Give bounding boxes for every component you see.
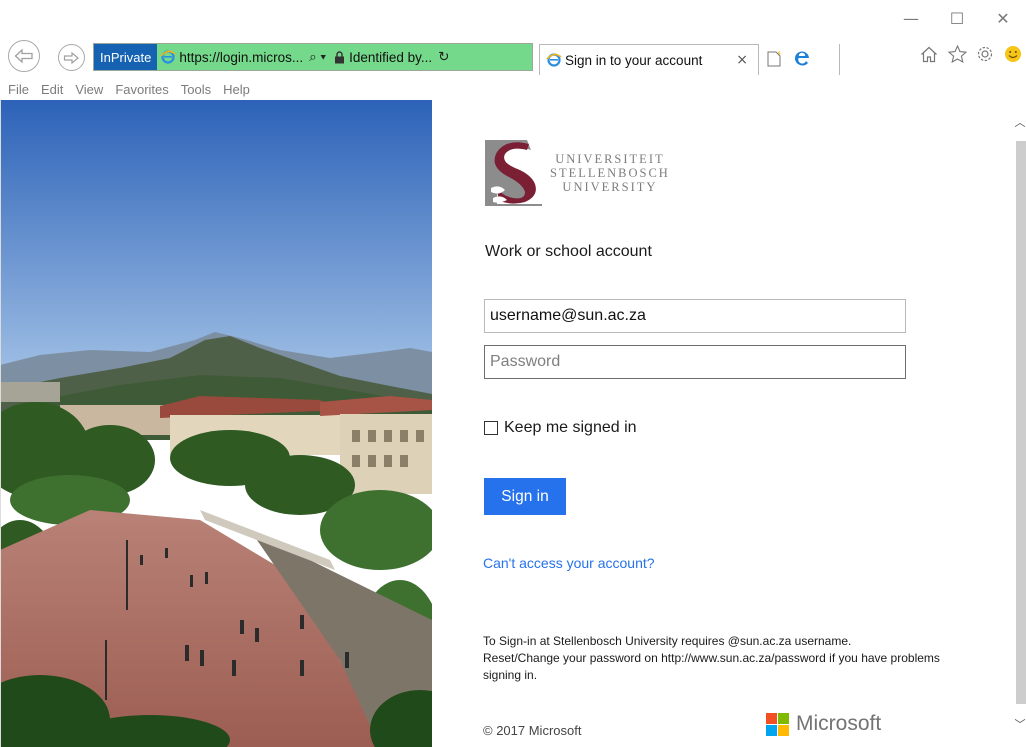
edge-icon bbox=[794, 51, 809, 66]
cant-access-link[interactable]: Can't access your account? bbox=[483, 555, 655, 571]
inprivate-badge: InPrivate bbox=[94, 44, 158, 70]
forward-button[interactable] bbox=[58, 44, 85, 71]
back-arrow-icon bbox=[14, 48, 33, 64]
logo-line-1: UNIVERSITEIT bbox=[555, 152, 665, 166]
page-content: UNIVERSITEIT STELLENBOSCH UNIVERSITY Wor… bbox=[0, 100, 1026, 747]
keep-signed-in-label: Keep me signed in bbox=[504, 419, 637, 436]
close-button[interactable]: ✕ bbox=[980, 0, 1026, 36]
address-field[interactable]: https://login.micros... ⌕ ▾ Identified b… bbox=[157, 44, 532, 70]
sign-in-panel: UNIVERSITEIT STELLENBOSCH UNIVERSITY Wor… bbox=[432, 100, 1014, 747]
sign-in-button[interactable]: Sign in bbox=[484, 478, 566, 515]
scroll-down-icon[interactable]: ﹀ bbox=[1014, 716, 1026, 731]
feedback-smiley-icon[interactable] bbox=[1002, 43, 1024, 65]
navigation-row: InPrivate https://login.micros... ⌕ ▾ Id… bbox=[6, 37, 1026, 77]
new-tab-button[interactable] bbox=[763, 46, 785, 70]
notice-line-2: Reset/Change your password on http://www… bbox=[483, 651, 940, 682]
menu-favorites[interactable]: Favorites bbox=[115, 82, 168, 97]
menu-help[interactable]: Help bbox=[223, 82, 250, 97]
microsoft-wordmark: Microsoft bbox=[796, 712, 882, 735]
home-icon[interactable] bbox=[918, 43, 940, 65]
keep-signed-in[interactable]: Keep me signed in bbox=[484, 419, 637, 437]
stellenbosch-logo-icon bbox=[485, 140, 542, 206]
address-bar[interactable]: InPrivate https://login.micros... ⌕ ▾ Id… bbox=[93, 43, 533, 71]
tab-ie-icon bbox=[546, 53, 562, 67]
notice-line-1: To Sign-in at Stellenbosch University re… bbox=[483, 634, 852, 648]
new-tab-icon bbox=[767, 49, 782, 67]
back-button[interactable] bbox=[8, 40, 40, 72]
keep-signed-in-checkbox[interactable] bbox=[484, 421, 498, 435]
menu-view[interactable]: View bbox=[75, 82, 103, 97]
minimize-button[interactable]: — bbox=[888, 0, 934, 36]
logo-line-2: STELLENBOSCH bbox=[550, 166, 670, 180]
university-logo: UNIVERSITEIT STELLENBOSCH UNIVERSITY bbox=[485, 140, 670, 206]
lock-icon[interactable] bbox=[334, 50, 345, 64]
campus-photo bbox=[0, 100, 432, 747]
menu-edit[interactable]: Edit bbox=[41, 82, 63, 97]
refresh-icon[interactable]: ↻ bbox=[438, 49, 449, 65]
scroll-up-icon[interactable]: ︿ bbox=[1014, 114, 1026, 129]
menu-file[interactable]: File bbox=[8, 82, 29, 97]
settings-gear-icon[interactable] bbox=[974, 43, 996, 65]
tab-title: Sign in to your account bbox=[565, 52, 703, 68]
copyright-text: © 2017 Microsoft bbox=[483, 723, 582, 738]
menu-tools[interactable]: Tools bbox=[181, 82, 211, 97]
microsoft-logo: Microsoft bbox=[766, 712, 881, 736]
toolbar-icons bbox=[918, 43, 1024, 65]
favorites-star-icon[interactable] bbox=[946, 43, 968, 65]
ie-page-icon bbox=[160, 50, 176, 64]
microsoft-logo-icon bbox=[766, 712, 789, 736]
tab-sign-in[interactable]: Sign in to your account × bbox=[539, 44, 759, 75]
university-name: UNIVERSITEIT STELLENBOSCH UNIVERSITY bbox=[550, 152, 670, 194]
logo-line-3: UNIVERSITY bbox=[562, 180, 658, 194]
account-type-label: Work or school account bbox=[485, 243, 652, 260]
address-url: https://login.micros... bbox=[179, 49, 304, 65]
forward-arrow-icon bbox=[63, 51, 79, 64]
maximize-button[interactable]: ☐ bbox=[934, 0, 980, 36]
scroll-thumb[interactable] bbox=[1016, 141, 1026, 704]
sign-in-notice: To Sign-in at Stellenbosch University re… bbox=[483, 633, 943, 684]
password-input[interactable] bbox=[484, 345, 906, 379]
menu-bar: File Edit View Favorites Tools Help bbox=[0, 79, 1026, 99]
browser-chrome: — ☐ ✕ InPrivate https://login.micros... … bbox=[0, 0, 1026, 100]
tab-strip-end bbox=[814, 44, 840, 75]
tab-close-icon[interactable]: × bbox=[736, 52, 748, 68]
identity-label[interactable]: Identified by... bbox=[349, 50, 432, 65]
open-edge-button[interactable] bbox=[790, 46, 814, 70]
search-dropdown-icon[interactable]: ⌕ ▾ bbox=[309, 49, 326, 65]
window-controls: — ☐ ✕ bbox=[888, 0, 1026, 36]
vertical-scrollbar[interactable]: ︿ ﹀ bbox=[1014, 100, 1026, 747]
username-input[interactable] bbox=[484, 299, 906, 333]
